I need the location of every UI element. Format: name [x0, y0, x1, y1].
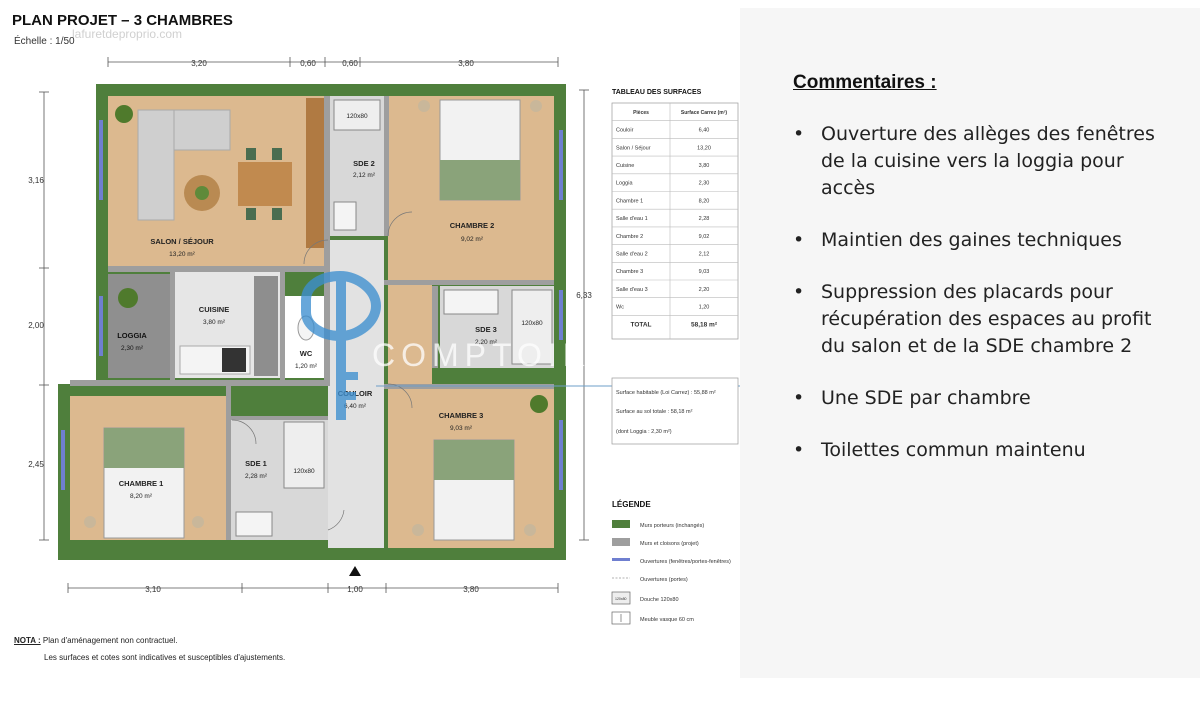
table-row-label: Chambre 3	[616, 269, 643, 275]
comment-item: • Maintien des gaines techniques	[793, 229, 1122, 251]
sde3-name: SDE 3	[475, 325, 497, 334]
surfaces-table-title: TABLEAU DES SURFACES	[612, 89, 702, 96]
legend-item-4: Ouvertures (portes)	[640, 577, 688, 583]
sde1-name: SDE 1	[245, 459, 267, 468]
table-row-value: 2,12	[699, 251, 710, 257]
dim-left-3: 2,45	[28, 460, 44, 469]
table-row-value: 1,20	[699, 305, 710, 311]
loggia-floor	[108, 274, 170, 378]
summary-loggia: (dont Loggia : 2,30 m²)	[616, 429, 672, 435]
summary-habitable: Surface habitable (Loi Carrez) : 55,88 m…	[616, 390, 716, 396]
table-row-value: 2,20	[699, 287, 710, 293]
dim-bottom-1: 3,10	[145, 585, 161, 594]
table-row-label: Salle d'eau 3	[616, 287, 648, 293]
dim-bottom-2: 1,00	[347, 585, 363, 594]
floor-plan: 3,20 0,60 0,60 3,80 3,10 1,00 3,80 3,16 …	[28, 57, 740, 625]
table-header-label: Pièces	[633, 110, 649, 116]
summary-au-sol: Surface au sol totale : 58,18 m²	[616, 409, 693, 415]
couloir-area: 6,40 m²	[344, 403, 367, 410]
sde1-area: 2,28 m²	[245, 473, 268, 480]
legend-item-3: Ouvertures (fenêtres/portes-fenêtres)	[640, 559, 731, 565]
dim-bottom-3: 3,80	[463, 585, 479, 594]
loggia-plant	[118, 288, 138, 308]
sde1-shower: 120x80	[293, 468, 315, 475]
dim-top-4: 3,80	[458, 59, 474, 68]
dim-top-3: 0,60	[342, 59, 358, 68]
dim-right: 6,33	[576, 291, 592, 300]
chambre3-area: 9,03 m²	[450, 425, 473, 432]
table-row-label: Cuisine	[616, 163, 634, 169]
table-row-value: 6,40	[699, 128, 710, 134]
table-row-label: Chambre 2	[616, 234, 643, 240]
legend-item-1: Murs porteurs (inchangés)	[640, 523, 704, 529]
table-row-label: Chambre 1	[616, 198, 643, 204]
legend-item-6: Meuble vasque 60 cm	[640, 617, 694, 623]
entrance-arrow-icon	[349, 566, 361, 576]
sde2-name: SDE 2	[353, 159, 375, 168]
table-row-label: Salon / Séjour	[616, 145, 651, 151]
comment-item: • Une SDE par chambre	[793, 387, 1031, 409]
legend-swatches	[611, 520, 631, 625]
sde2-shower: 120x80	[346, 113, 368, 120]
sde2-area: 2,12 m²	[353, 172, 376, 179]
comment-item: • Suppression des placards pour récupérat…	[793, 281, 1152, 357]
legend-item-2: Murs et cloisons (projet)	[640, 541, 699, 547]
loggia-area: 2,30 m²	[121, 345, 144, 352]
chambre2-area: 9,02 m²	[461, 236, 484, 243]
comment-item: • Toilettes commun maintenu	[793, 439, 1086, 461]
dim-top-1: 3,20	[191, 59, 207, 68]
dim-top-2: 0,60	[300, 59, 316, 68]
table-row-label: Salle d'eau 2	[616, 251, 648, 257]
note-text-2: Les surfaces et cotes sont indicatives e…	[44, 653, 286, 662]
table-header-value: Surface Carrez (m²)	[681, 110, 727, 116]
table-row-label: Couloir	[616, 128, 634, 134]
chambre2-name: CHAMBRE 2	[450, 221, 495, 230]
table-row-value: 13,20	[697, 145, 711, 151]
sde3-shower: 120x80	[521, 320, 543, 327]
table-row-value: 3,80	[699, 163, 710, 169]
wc-name: WC	[300, 349, 313, 358]
chambre1-name: CHAMBRE 1	[119, 479, 164, 488]
legend-shower-icon-label: 120x80	[615, 597, 627, 601]
dim-left-1: 3,16	[28, 176, 44, 185]
table-row-value: 2,30	[699, 181, 710, 187]
comments-list: • Ouverture des allèges des fenêtres de l…	[793, 121, 1173, 489]
table-total-row-value: 58,18 m²	[691, 321, 718, 328]
note-text-1: Plan d'aménagement non contractuel.	[42, 636, 178, 645]
watermark-brand: COMPTOIR IMMO	[372, 337, 718, 373]
cuisine-area: 3,80 m²	[203, 319, 226, 326]
table-row-value: 9,02	[699, 234, 710, 240]
cuisine-name: CUISINE	[199, 305, 229, 314]
dim-left-2: 2,00	[28, 321, 44, 330]
comments-title: Commentaires :	[793, 72, 937, 93]
table-row-value: 8,20	[699, 198, 710, 204]
note-label: NOTA :	[14, 636, 41, 645]
comment-item: • Ouverture des allèges des fenêtres de l…	[793, 123, 1155, 199]
legend-title: LÉGENDE	[612, 500, 651, 509]
chambre1-area: 8,20 m²	[130, 493, 153, 500]
table-row-value: 9,03	[699, 269, 710, 275]
table-row-label: Salle d'eau 1	[616, 216, 648, 222]
chambre3-name: CHAMBRE 3	[439, 411, 484, 420]
legend-item-5: Douche 120x80	[640, 597, 679, 603]
loggia-name: LOGGIA	[117, 331, 147, 340]
wc-area: 1,20 m²	[295, 363, 318, 370]
table-row-label: Wc	[616, 305, 624, 311]
salon-name: SALON / SÉJOUR	[150, 237, 214, 246]
table-total-row-label: TOTAL	[630, 321, 651, 328]
table-row-label: Loggia	[616, 181, 633, 187]
salon-area: 13,20 m²	[169, 251, 195, 258]
plan-panel: PLAN PROJET – 3 CHAMBRES lafuretdepropri…	[0, 0, 740, 703]
note-line-1: NOTA : Plan d'aménagement non contractue…	[14, 636, 177, 645]
table-row-value: 2,28	[699, 216, 710, 222]
